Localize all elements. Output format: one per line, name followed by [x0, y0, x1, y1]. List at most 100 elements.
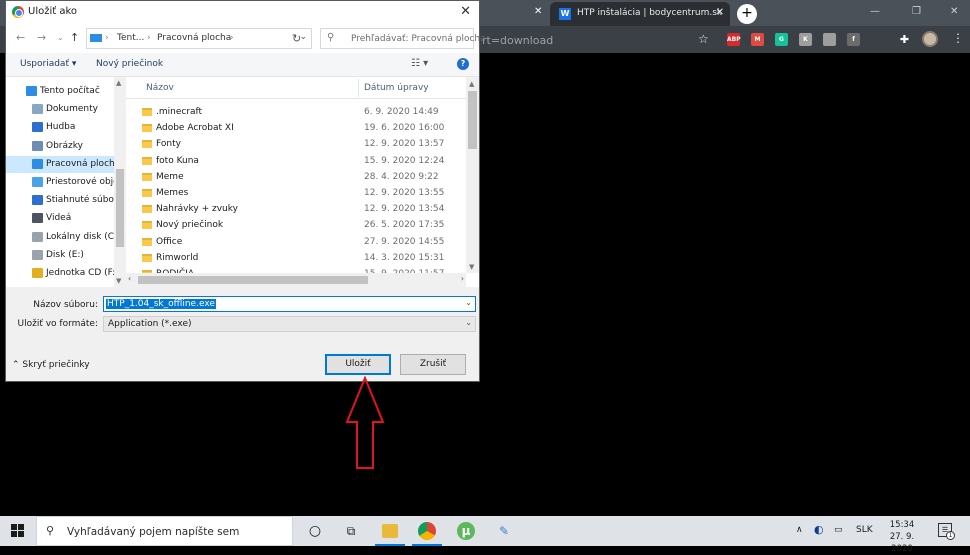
address-bar[interactable]: › Tent... › Pracovná plocha › ⌄: [86, 28, 312, 49]
extension-puzzle-icon[interactable]: [823, 33, 836, 46]
nav-item[interactable]: Dokumenty: [6, 101, 114, 118]
help-icon[interactable]: ?: [457, 58, 469, 70]
facebook-icon[interactable]: f: [847, 33, 860, 46]
file-row[interactable]: Rimworld 14. 3. 2020 15:31: [126, 250, 466, 266]
nav-item[interactable]: Tento počítač: [6, 83, 114, 100]
scroll-up-icon[interactable]: ▲: [116, 79, 121, 87]
steam-icon[interactable]: ◐: [814, 523, 824, 536]
filetype-select[interactable]: Application (*.exe) ⌄: [103, 316, 476, 332]
extension-k-icon[interactable]: K: [799, 33, 812, 46]
annotation-arrow: [345, 376, 385, 469]
file-explorer-icon[interactable]: [382, 524, 398, 538]
search-input[interactable]: ⚲ Prehľadávať: Pracovná plocha: [320, 28, 486, 49]
taskbar-search-input[interactable]: ⚲ Vyhľadávaný pojem napíšte sem: [36, 516, 293, 546]
videos-icon: [32, 213, 43, 224]
breadcrumb-desktop[interactable]: Pracovná plocha: [157, 33, 231, 43]
nav-item[interactable]: Obrázky: [6, 138, 114, 155]
column-name-header[interactable]: Názov: [146, 83, 174, 93]
refresh-icon[interactable]: ↻: [292, 32, 301, 45]
gmail-icon[interactable]: M: [751, 33, 764, 46]
scroll-up-icon[interactable]: ▲: [469, 80, 474, 88]
notification-count: 1: [946, 531, 955, 540]
input-language[interactable]: SLK: [856, 525, 873, 535]
utorrent-icon[interactable]: µ: [457, 522, 475, 540]
recent-locations-chevron-icon[interactable]: ⌄: [57, 33, 64, 42]
nav-item-label: Jednotka CD (F:): [46, 268, 114, 278]
file-row[interactable]: Nahrávky + zvuky 12. 9. 2020 13:54: [126, 201, 466, 217]
windows-start-icon[interactable]: [11, 524, 24, 537]
folder-icon: [142, 237, 152, 246]
forward-arrow-icon[interactable]: →: [37, 31, 46, 44]
scroll-down-icon[interactable]: ▼: [469, 263, 474, 271]
notification-center-icon[interactable]: ☰ 1: [938, 523, 955, 540]
nav-item[interactable]: Lokálny disk (C:): [6, 229, 114, 246]
site-favicon-icon: W: [559, 8, 571, 20]
file-list-vertical-scrollbar[interactable]: ▲ ▼: [466, 77, 479, 273]
clock[interactable]: 15:34 27. 9. 2020: [880, 519, 924, 555]
save-button[interactable]: Uložiť: [325, 354, 391, 375]
navigation-bar: ← → ⌄ ↑ › Tent... › Pracovná plocha › ⌄ …: [6, 23, 486, 53]
task-view-icon[interactable]: ⧉: [342, 522, 360, 540]
scrollbar-thumb[interactable]: [116, 169, 124, 247]
nav-item-label: Obrázky: [46, 140, 83, 151]
file-row[interactable]: Meme 28. 4. 2020 9:22: [126, 169, 466, 185]
column-date-header[interactable]: Dátum úpravy: [364, 83, 429, 93]
close-tab-icon[interactable]: ✕: [716, 7, 724, 18]
nav-item[interactable]: Hudba: [6, 119, 114, 136]
nav-item[interactable]: Videá: [6, 210, 114, 227]
restore-icon[interactable]: ❐: [912, 6, 921, 17]
nav-item[interactable]: Pracovná plocha: [6, 155, 114, 173]
file-row[interactable]: Adobe Acrobat XI 19. 6. 2020 16:00: [126, 120, 466, 136]
close-tab-icon[interactable]: ✕: [534, 6, 542, 17]
bookmark-star-icon[interactable]: ☆: [698, 32, 709, 46]
close-window-icon[interactable]: ✕: [950, 6, 958, 17]
scrollbar-thumb[interactable]: [468, 91, 477, 149]
scroll-left-icon[interactable]: ‹: [128, 274, 131, 283]
network-icon[interactable]: ▭: [834, 525, 843, 535]
file-row[interactable]: foto Kuna 15. 9. 2020 12:24: [126, 153, 466, 169]
nav-item[interactable]: Priestorové obje: [6, 174, 114, 191]
filename-input[interactable]: HTP_1.04_sk_offline.exe ⌄: [103, 296, 476, 312]
computer-icon: [90, 34, 102, 42]
nav-item[interactable]: Disk (E:): [6, 247, 114, 264]
grammarly-icon[interactable]: G: [775, 33, 788, 46]
cortana-icon[interactable]: ○: [306, 522, 324, 540]
browser-tab-active[interactable]: W HTP inštalácia | bodycentrum.sk ✕: [550, 2, 730, 26]
nav-pane-scrollbar[interactable]: ▲ ▼: [114, 77, 126, 287]
scrollbar-thumb[interactable]: [138, 276, 368, 284]
file-row[interactable]: Fonty 12. 9. 2020 13:57: [126, 136, 466, 152]
scroll-down-icon[interactable]: ▼: [116, 277, 121, 285]
up-arrow-icon[interactable]: ↑: [70, 31, 79, 44]
file-row[interactable]: Memes 12. 9. 2020 13:55: [126, 185, 466, 201]
search-icon: ⚲: [327, 32, 335, 43]
paint-icon[interactable]: ✎: [495, 522, 513, 540]
view-options-icon[interactable]: ☷ ▾: [411, 58, 428, 69]
omnibox[interactable]: rt=download: [482, 34, 553, 47]
breadcrumb-this-pc[interactable]: Tent...: [117, 33, 144, 43]
back-arrow-icon[interactable]: ←: [16, 31, 25, 44]
chevron-down-icon[interactable]: ⌄: [465, 318, 472, 327]
file-list-horizontal-scrollbar[interactable]: ‹ ›: [126, 273, 466, 287]
chevron-down-icon[interactable]: ⌄: [465, 298, 472, 307]
file-row[interactable]: .minecraft 6. 9. 2020 14:49: [126, 104, 466, 120]
profile-avatar[interactable]: [922, 31, 938, 47]
new-folder-button[interactable]: Nový priečinok: [96, 59, 163, 69]
chrome-taskbar-icon[interactable]: [418, 522, 436, 540]
organize-button[interactable]: Usporiadať ▾: [20, 59, 76, 69]
nav-item[interactable]: Jednotka CD (F:): [6, 265, 114, 282]
scroll-right-icon[interactable]: ›: [461, 274, 464, 283]
file-date: 26. 5. 2020 17:35: [364, 220, 445, 231]
filetype-label: Uložiť vo formáte:: [17, 319, 99, 329]
file-row[interactable]: Nový priečinok 26. 5. 2020 17:35: [126, 217, 466, 233]
hide-folders-button[interactable]: ⌃ Skryť priečinky: [12, 360, 90, 370]
minimize-icon[interactable]: —: [870, 6, 880, 17]
close-icon[interactable]: ✕: [460, 4, 471, 19]
extensions-puzzle-icon[interactable]: ✚: [898, 33, 911, 46]
show-hidden-icons-chevron-icon[interactable]: ∧: [796, 525, 803, 535]
nav-item[interactable]: Stiahnuté súbory: [6, 192, 114, 209]
new-tab-button[interactable]: +: [737, 4, 757, 24]
chrome-menu-icon[interactable]: ⋮: [952, 31, 964, 45]
adblock-plus-icon[interactable]: ABP: [727, 33, 741, 46]
file-row[interactable]: Office 27. 9. 2020 14:55: [126, 234, 466, 250]
cancel-button[interactable]: Zrušiť: [400, 354, 466, 375]
